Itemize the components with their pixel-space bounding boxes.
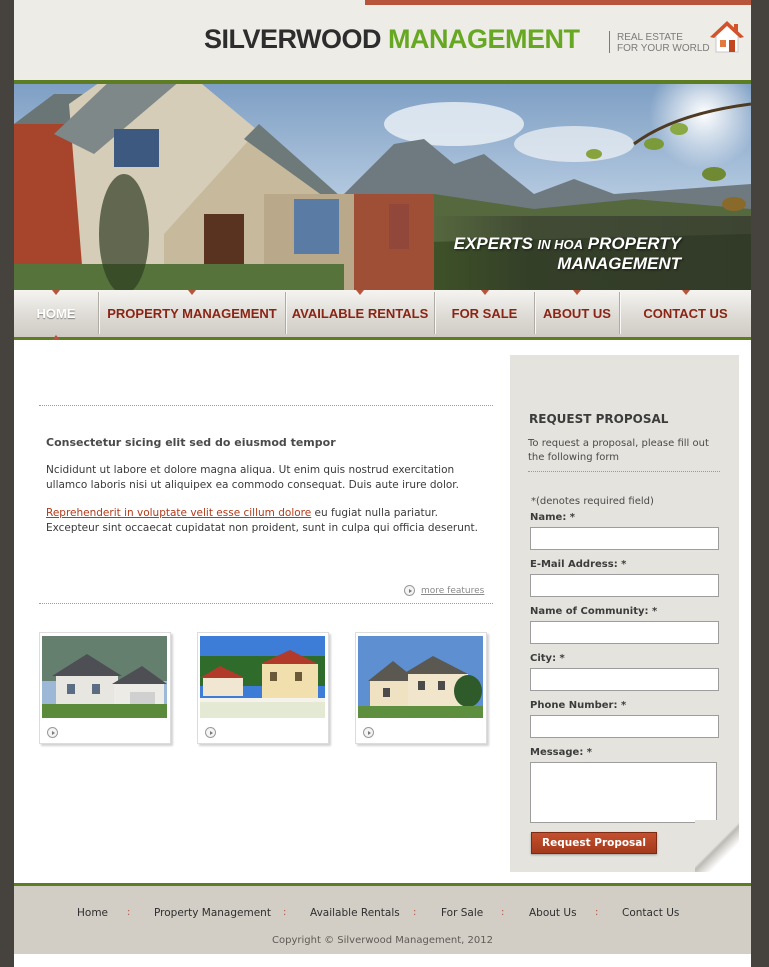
email-field[interactable]	[530, 574, 719, 597]
footer-separator: :	[283, 907, 287, 918]
nav-home-arrow-icon	[52, 290, 60, 295]
tagline-line2: FOR YOUR WORLD	[617, 43, 710, 54]
footer-separator: :	[413, 907, 417, 918]
content-divider-top	[39, 405, 493, 406]
header-tagline: REAL ESTATE FOR YOUR WORLD	[617, 32, 710, 54]
message-label: Message: *	[530, 747, 593, 758]
footer-link-about-us[interactable]: About Us	[529, 907, 577, 919]
page: SILVERWOOD MANAGEMENT REAL ESTATE FOR YO…	[14, 0, 751, 967]
nav-contact-us[interactable]: CONTACT US	[620, 290, 751, 337]
main-nav: HOME PROPERTY MANAGEMENT AVAILABLE RENTA…	[14, 290, 751, 340]
phone-label: Phone Number: *	[530, 700, 627, 711]
nav-about-us-label: ABOUT US	[543, 306, 611, 321]
request-proposal-button[interactable]: Request Proposal	[531, 832, 657, 854]
hero-banner: EXPERTS IN HOA PROPERTY MANAGEMENT	[14, 80, 751, 290]
more-features-link[interactable]: more features	[404, 585, 484, 596]
property-photo	[200, 636, 325, 718]
house-logo-icon	[710, 21, 744, 53]
name-label: Name: *	[530, 512, 576, 523]
city-label: City: *	[530, 653, 565, 664]
page-curl-decoration	[695, 820, 739, 872]
hero-tagline-experts: EXPERTS	[453, 234, 533, 253]
nav-arrow-icon	[681, 290, 690, 295]
nav-property-management[interactable]: PROPERTY MANAGEMENT	[99, 290, 285, 337]
nav-arrow-icon	[480, 290, 489, 295]
article-paragraph-1: Ncididunt ut labore et dolore magna aliq…	[46, 464, 460, 491]
article-link[interactable]: Reprehenderit in voluptate velit esse ci…	[46, 507, 311, 519]
request-proposal-title: REQUEST PROPOSAL	[529, 412, 669, 426]
arrow-circle-icon	[363, 727, 374, 738]
footer-separator: :	[595, 907, 599, 918]
nav-arrow-icon	[573, 290, 581, 295]
header-accent-bar	[365, 0, 751, 5]
sidebar-divider	[528, 471, 720, 472]
arrow-circle-icon	[205, 727, 216, 738]
property-thumbnail[interactable]	[197, 632, 329, 744]
property-photo	[358, 636, 483, 718]
hero-tagline: EXPERTS IN HOA PROPERTY MANAGEMENT	[454, 234, 681, 273]
nav-property-management-label: PROPERTY MANAGEMENT	[107, 306, 277, 321]
nav-active-indicator-icon	[52, 335, 60, 340]
footer-link-property-management[interactable]: Property Management	[154, 907, 271, 919]
nav-arrow-icon	[188, 290, 196, 295]
footer-link-contact-us[interactable]: Contact Us	[622, 907, 679, 919]
nav-arrow-icon	[356, 290, 364, 295]
property-thumbnail[interactable]	[355, 632, 487, 744]
more-features-label: more features	[421, 585, 485, 596]
site-footer: Home : Property Management : Available R…	[14, 886, 751, 954]
phone-field[interactable]	[530, 715, 719, 738]
nav-available-rentals-label: AVAILABLE RENTALS	[291, 306, 429, 321]
name-field[interactable]	[530, 527, 719, 550]
nav-home[interactable]: HOME	[14, 290, 98, 340]
article-paragraph-2: Reprehenderit in voluptate velit esse ci…	[46, 506, 491, 536]
nav-contact-us-label: CONTACT US	[643, 306, 728, 321]
request-proposal-intro: To request a proposal, please fill out t…	[528, 438, 709, 463]
message-field[interactable]	[530, 762, 717, 823]
tagline-line1: REAL ESTATE	[617, 32, 683, 43]
copyright-text: Copyright © Silverwood Management, 2012	[272, 935, 493, 946]
email-label: E-Mail Address: *	[530, 559, 627, 570]
footer-link-for-sale[interactable]: For Sale	[441, 907, 483, 919]
request-proposal-panel: REQUEST PROPOSAL To request a proposal, …	[510, 355, 739, 872]
community-label: Name of Community: *	[530, 606, 658, 617]
nav-home-label: HOME	[36, 306, 76, 321]
hero-tagline-line1: EXPERTS IN HOA PROPERTY	[454, 234, 681, 254]
article-title: Consectetur sicing elit sed do eiusmod t…	[46, 436, 336, 449]
property-photo	[42, 636, 167, 718]
site-header: SILVERWOOD MANAGEMENT REAL ESTATE FOR YO…	[14, 0, 751, 80]
hero-tagline-in-hoa: IN HOA	[537, 237, 584, 252]
nav-for-sale[interactable]: FOR SALE	[435, 290, 534, 337]
arrow-circle-icon	[404, 585, 415, 596]
footer-link-available-rentals[interactable]: Available Rentals	[310, 907, 400, 919]
hero-tagline-property: PROPERTY	[587, 234, 681, 253]
required-field-note: *(denotes required field)	[531, 496, 654, 507]
content-divider-bottom	[39, 603, 493, 604]
logo-divider	[609, 31, 610, 53]
nav-available-rentals[interactable]: AVAILABLE RENTALS	[286, 290, 434, 337]
property-thumbnail[interactable]	[39, 632, 171, 744]
site-logo[interactable]: SILVERWOOD MANAGEMENT	[204, 24, 580, 55]
logo-word-management: MANAGEMENT	[388, 24, 580, 54]
footer-link-home[interactable]: Home	[77, 907, 108, 919]
nav-about-us[interactable]: ABOUT US	[535, 290, 619, 337]
logo-word-silverwood: SILVERWOOD	[204, 24, 382, 54]
community-field[interactable]	[530, 621, 719, 644]
footer-separator: :	[127, 907, 131, 918]
footer-separator: :	[501, 907, 505, 918]
arrow-circle-icon	[47, 727, 58, 738]
city-field[interactable]	[530, 668, 719, 691]
nav-for-sale-label: FOR SALE	[451, 306, 518, 321]
hero-tagline-management: MANAGEMENT	[557, 254, 681, 273]
